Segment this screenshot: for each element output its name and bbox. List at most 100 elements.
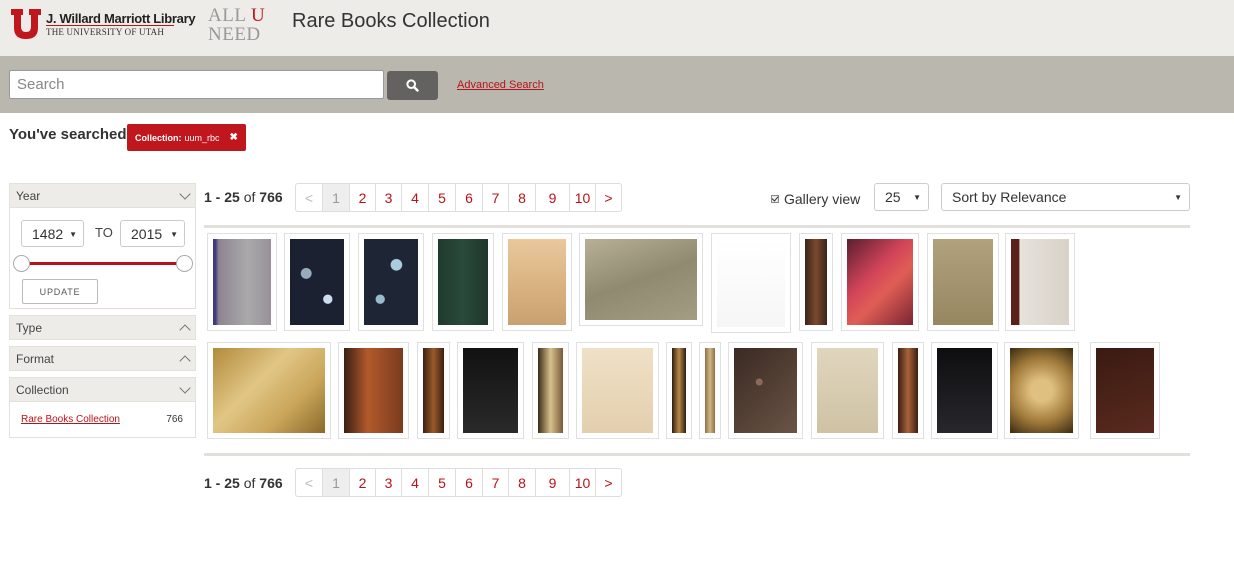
page-link[interactable]: 6 — [455, 184, 482, 211]
page-link[interactable]: 5 — [428, 184, 455, 211]
active-facet-badge[interactable]: Collection: uum_rbc ✖ — [127, 124, 246, 151]
gallery-view-label: Gallery view — [784, 191, 861, 207]
book-cover-image — [847, 239, 913, 325]
checkbox-checked-icon[interactable] — [771, 195, 779, 203]
book-cover-image — [937, 348, 992, 433]
close-icon[interactable]: ✖ — [230, 132, 238, 143]
result-thumbnail[interactable] — [576, 342, 659, 439]
search-input[interactable] — [9, 70, 384, 99]
result-thumbnail[interactable] — [892, 342, 924, 439]
year-to-select[interactable]: 2015 ▼ — [120, 220, 185, 247]
result-thumbnail[interactable] — [1005, 233, 1075, 331]
result-thumbnail[interactable] — [284, 233, 350, 331]
page-link[interactable]: 8 — [508, 184, 535, 211]
allu-u: U — [250, 5, 266, 26]
page-link[interactable]: 4 — [401, 469, 428, 496]
chevron-up-icon — [179, 354, 191, 367]
result-thumbnail[interactable] — [579, 233, 703, 326]
pagination: <1 2 3 4 5 6 7 8 9 10 > — [295, 468, 622, 497]
book-cover-image — [508, 239, 566, 325]
page-link[interactable]: 9 — [535, 469, 569, 496]
book-cover-image — [817, 348, 878, 433]
result-thumbnail[interactable] — [432, 233, 494, 331]
result-thumbnail[interactable] — [502, 233, 572, 331]
page-link[interactable]: 3 — [375, 469, 401, 496]
caret-down-icon: ▼ — [69, 230, 77, 239]
page-link[interactable]: 2 — [349, 184, 375, 211]
result-thumbnail[interactable] — [457, 342, 524, 439]
next-page-button[interactable]: > — [595, 469, 621, 496]
page-link[interactable]: 3 — [375, 184, 401, 211]
search-button[interactable] — [387, 71, 438, 100]
page-link[interactable]: 8 — [508, 469, 535, 496]
all-u-need-logo[interactable]: ALL U NEED — [208, 6, 266, 44]
book-cover-image — [717, 239, 785, 327]
result-thumbnail[interactable] — [1004, 342, 1079, 439]
result-thumbnail[interactable] — [417, 342, 450, 439]
result-thumbnail[interactable] — [207, 233, 277, 331]
result-thumbnail[interactable] — [699, 342, 721, 439]
result-thumbnail[interactable] — [931, 342, 998, 439]
result-thumbnail[interactable] — [711, 233, 791, 333]
prev-page-button[interactable]: < — [296, 469, 322, 496]
collection-facet-count: 766 — [166, 414, 183, 425]
page-link-current[interactable]: 1 — [322, 184, 349, 211]
book-cover-image — [1010, 348, 1073, 433]
library-name[interactable]: J. Willard Marriott Library — [46, 11, 196, 26]
gallery-view-toggle[interactable]: Gallery view — [771, 191, 860, 207]
year-range-track[interactable] — [22, 262, 185, 265]
page-link[interactable]: 9 — [535, 184, 569, 211]
facet-title: Format — [16, 351, 55, 366]
page-link[interactable]: 4 — [401, 184, 428, 211]
year-range-handle-max[interactable] — [176, 255, 193, 272]
facet-key: Collection: — [135, 132, 182, 143]
page-link[interactable]: 10 — [569, 469, 595, 496]
facet-value: uum_rbc — [184, 132, 220, 143]
university-u-logo-icon[interactable] — [10, 8, 42, 40]
book-cover-image — [538, 348, 563, 433]
search-icon — [406, 79, 419, 92]
update-button[interactable]: UPDATE — [22, 279, 98, 304]
sort-value: Sort by Relevance — [952, 189, 1067, 205]
facet-header-format[interactable]: Format — [9, 346, 196, 371]
sort-select[interactable]: Sort by Relevance ▼ — [941, 183, 1190, 211]
facet-header-year[interactable]: Year — [9, 183, 196, 208]
page-link[interactable]: 5 — [428, 469, 455, 496]
facet-header-collection[interactable]: Collection — [9, 377, 196, 402]
result-thumbnail[interactable] — [532, 342, 569, 439]
result-thumbnail[interactable] — [358, 233, 424, 331]
result-thumbnail[interactable] — [666, 342, 692, 439]
allu-need: NEED — [208, 24, 261, 45]
page-link[interactable]: 6 — [455, 469, 482, 496]
page-link-current[interactable]: 1 — [322, 469, 349, 496]
advanced-search-link[interactable]: Advanced Search — [457, 79, 544, 91]
book-cover-image — [1096, 348, 1154, 433]
year-from-select[interactable]: 1482 ▼ — [21, 220, 84, 247]
collection-facet-body: Rare Books Collection 766 — [9, 402, 196, 438]
page-link[interactable]: 7 — [482, 469, 508, 496]
result-thumbnail[interactable] — [927, 233, 999, 331]
result-thumbnail[interactable] — [207, 342, 331, 439]
result-thumbnail[interactable] — [728, 342, 803, 439]
result-thumbnail[interactable] — [338, 342, 409, 439]
facet-header-type[interactable]: Type — [9, 315, 196, 340]
prev-page-button[interactable]: < — [296, 184, 322, 211]
year-range-handle-min[interactable] — [13, 255, 30, 272]
per-page-select[interactable]: 25 ▼ — [874, 183, 929, 211]
page-title[interactable]: Rare Books Collection — [292, 10, 490, 33]
allu-all: ALL — [208, 5, 246, 26]
page-link[interactable]: 10 — [569, 184, 595, 211]
result-thumbnail[interactable] — [799, 233, 833, 331]
result-thumbnail[interactable] — [1090, 342, 1160, 439]
book-cover-image — [805, 239, 827, 325]
result-thumbnail[interactable] — [811, 342, 884, 439]
book-cover-image — [213, 348, 325, 433]
chevron-up-icon — [179, 323, 191, 336]
result-thumbnail[interactable] — [841, 233, 919, 331]
page-link[interactable]: 2 — [349, 469, 375, 496]
collection-facet-link[interactable]: Rare Books Collection — [21, 414, 120, 425]
next-page-button[interactable]: > — [595, 184, 621, 211]
page-link[interactable]: 7 — [482, 184, 508, 211]
result-total: 766 — [259, 475, 283, 491]
result-total: 766 — [259, 189, 283, 205]
